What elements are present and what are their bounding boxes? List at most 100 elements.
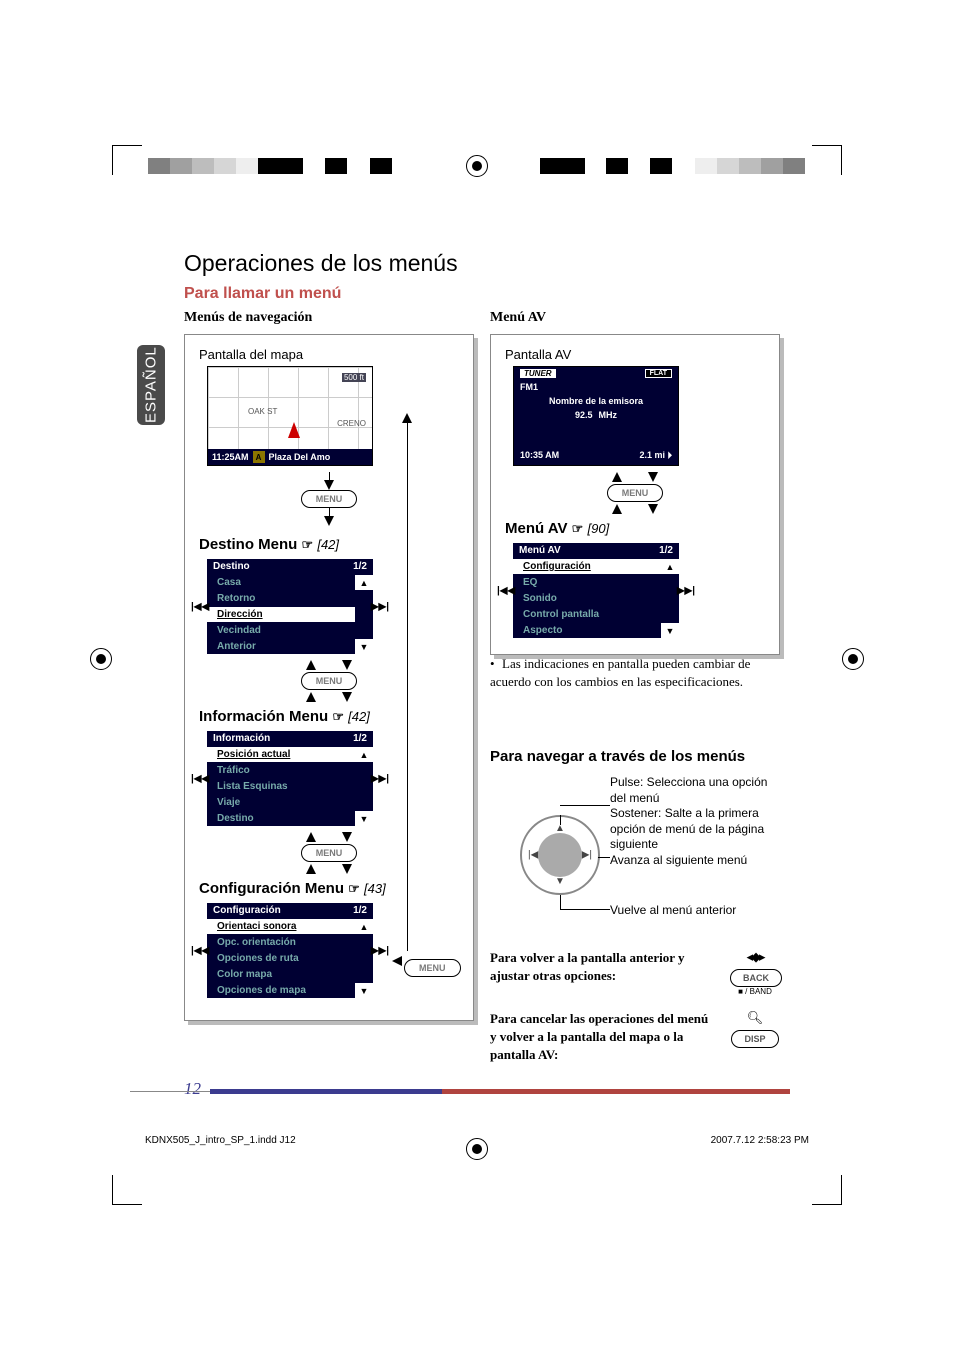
down-arrow-icon[interactable]: ▼	[661, 622, 679, 638]
disp-button[interactable]: DISP	[731, 1030, 778, 1048]
menu-header: Destino	[213, 561, 250, 572]
right-column: Menú AV Pantalla AV TUNERFLAT FM1 Nombre…	[490, 310, 780, 665]
dpad-icon: ◂◆▸	[730, 949, 780, 965]
menu-page: 1/2	[659, 545, 673, 556]
menu-button[interactable]: MENU	[607, 484, 664, 502]
list-item[interactable]: Anterior	[207, 638, 355, 654]
list-item[interactable]: EQ	[513, 574, 661, 590]
map-time: 11:25AM	[212, 452, 249, 462]
list-item[interactable]: Color mapa	[207, 966, 355, 982]
list-item[interactable]: Retorno	[207, 590, 355, 606]
dial-push-label: Pulse: Selecciona una opción del menú So…	[610, 775, 775, 853]
list-item[interactable]: Aspecto	[513, 622, 661, 638]
up-arrow-icon[interactable]: ▲	[355, 746, 373, 762]
up-arrow-icon[interactable]: ▲	[661, 558, 679, 574]
menu-header: Menú AV	[519, 545, 561, 556]
menu-button[interactable]: MENU	[301, 490, 358, 508]
list-item[interactable]: Opciones de mapa	[207, 982, 355, 998]
menu-button[interactable]: MENU	[301, 844, 358, 862]
list-item-selected[interactable]: Posición actual	[207, 746, 355, 762]
list-item[interactable]: Destino	[207, 810, 355, 826]
menu-button[interactable]: MENU	[301, 672, 358, 690]
informacion-menu: |◀◀ ▶▶| Información1/2 Posición actual▲ …	[207, 731, 373, 826]
av-screenshot: TUNERFLAT FM1 Nombre de la emisora 92.5M…	[513, 366, 679, 466]
av-caption: Pantalla AV	[505, 347, 765, 362]
reg-mark	[466, 1138, 488, 1160]
left-column: Menús de navegación Pantalla del mapa OA…	[184, 310, 474, 1031]
up-arrow-icon[interactable]: ▲	[355, 574, 373, 590]
pointer-icon: ☞	[572, 521, 584, 536]
next-track-icon: ▶▶|	[371, 601, 389, 612]
next-track-icon: ▶▶|	[371, 945, 389, 956]
bidir-arrow: MENU	[505, 472, 765, 514]
back-sub-label: ■ / BAND	[730, 987, 780, 996]
av-time: 10:35 AM	[520, 450, 559, 461]
station-name: Nombre de la emisora	[549, 396, 643, 406]
a-icon: A	[253, 451, 265, 463]
language-tab: ESPAÑOL	[137, 345, 165, 425]
dial-next-label: Avanza al siguiente menú	[610, 853, 775, 869]
back-button[interactable]: BACK	[730, 969, 782, 987]
prev-track-icon: |◀◀	[191, 773, 209, 784]
map-caption: Pantalla del mapa	[199, 347, 459, 362]
loop-menu-button-group: MENU	[404, 956, 461, 976]
down-arrow-icon[interactable]: ▼	[355, 638, 373, 654]
search-icon: 🔍︎	[730, 1010, 780, 1026]
reg-mark	[90, 648, 112, 670]
nav-instructions: Para navegar a través de los menús ▲ ▼ |…	[490, 730, 780, 1065]
list-item[interactable]: Lista Esquinas	[207, 778, 355, 794]
list-item-selected[interactable]: Configuración	[513, 558, 661, 574]
down-arrow-icon[interactable]: ▼	[355, 982, 373, 998]
list-item[interactable]: Casa	[207, 574, 355, 590]
informacion-title: Información Menu ☞ [42]	[199, 708, 459, 725]
loop-arrow-head	[402, 413, 412, 423]
prev-track-icon: |◀◀	[191, 601, 209, 612]
bidir-arrow: MENU	[199, 660, 459, 702]
footer-date: 2007.7.12 2:58:23 PM	[711, 1135, 809, 1146]
reg-mark	[842, 648, 864, 670]
next-track-icon: ▶▶|	[677, 585, 695, 596]
list-item[interactable]: Opciones de ruta	[207, 950, 355, 966]
list-item[interactable]: Viaje	[207, 794, 355, 810]
map-place: Plaza Del Amo	[269, 452, 331, 462]
return-text: Para volver a la pantalla anterior y aju…	[490, 949, 716, 985]
crop-mark	[112, 145, 142, 175]
flat-badge: FLAT	[645, 369, 672, 378]
config-title: Configuración Menu ☞ [43]	[199, 880, 459, 897]
av-dist: 2.1 mi ⏵	[639, 450, 672, 461]
loop-line	[407, 418, 408, 951]
menu-header: Configuración	[213, 905, 281, 916]
pointer-icon: ☞	[302, 537, 314, 552]
map-street-label: OAK ST	[248, 407, 277, 416]
next-track-icon: ▶▶|	[371, 773, 389, 784]
right-panel-top: Pantalla AV TUNERFLAT FM1 Nombre de la e…	[490, 334, 780, 655]
list-item[interactable]: Control pantalla	[513, 606, 661, 622]
pointer-icon: ☞	[332, 709, 344, 724]
menu-page: 1/2	[353, 561, 367, 572]
menu-header: Información	[213, 733, 270, 744]
page-rule	[210, 1089, 790, 1094]
right-section-head: Menú AV	[490, 310, 780, 326]
list-item[interactable]: Opc. orientación	[207, 934, 355, 950]
map-scale-label: 500 ft	[342, 373, 366, 382]
cancel-text: Para cancelar las operaciones del menú y…	[490, 1010, 716, 1065]
menu-button[interactable]: MENU	[404, 959, 461, 977]
dial-center[interactable]	[538, 833, 582, 877]
left-panel: Pantalla del mapa OAK ST CRENO 500 ft 11…	[184, 334, 474, 1021]
page-title: Operaciones de los menús	[184, 250, 458, 277]
av-menu: |◀◀ ▶▶| Menú AV1/2 Configuración▲ EQ Son…	[513, 543, 679, 638]
freq: 92.5	[575, 410, 593, 420]
list-item[interactable]: Vecindad	[207, 622, 355, 638]
list-item-selected[interactable]: Orientaci sonora	[207, 918, 355, 934]
down-arrow-icon[interactable]: ▼	[355, 810, 373, 826]
list-item[interactable]: Sonido	[513, 590, 661, 606]
left-section-head: Menús de navegación	[184, 310, 474, 326]
footer-file: KDNX505_J_intro_SP_1.indd J12	[145, 1135, 296, 1146]
mhz: MHz	[599, 410, 618, 420]
up-arrow-icon[interactable]: ▲	[355, 918, 373, 934]
list-item-selected[interactable]: Dirección	[207, 606, 355, 622]
list-item[interactable]: Tráfico	[207, 762, 355, 778]
crop-mark	[812, 1175, 842, 1205]
destino-menu: |◀◀ ▶▶| Destino1/2 Casa▲ Retorno Direcci…	[207, 559, 373, 654]
dial-control[interactable]: ▲ ▼ |◀◀ ▶▶|	[520, 815, 600, 895]
